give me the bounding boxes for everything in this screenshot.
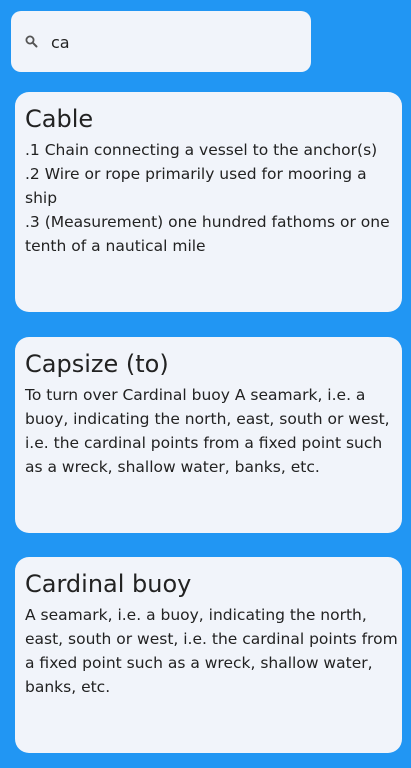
result-term: Cable <box>25 105 94 133</box>
result-definition: A seamark, i.e. a buoy, indicating the n… <box>25 606 398 696</box>
search-icon <box>25 35 38 48</box>
result-card-cable[interactable]: Cable .1 Chain connecting a vessel to th… <box>15 92 402 312</box>
result-card-capsize[interactable]: Capsize (to) To turn over Cardinal buoy … <box>15 337 402 533</box>
result-card-cardinal-buoy[interactable]: Cardinal buoy A seamark, i.e. a buoy, in… <box>15 557 402 753</box>
search-input[interactable] <box>51 30 291 54</box>
result-definition: To turn over Cardinal buoy A seamark, i.… <box>25 386 390 476</box>
search-bar[interactable] <box>11 11 311 72</box>
result-term: Cardinal buoy <box>25 570 192 598</box>
result-term: Capsize (to) <box>25 350 169 378</box>
result-definition: .1 Chain connecting a vessel to the anch… <box>25 141 390 255</box>
